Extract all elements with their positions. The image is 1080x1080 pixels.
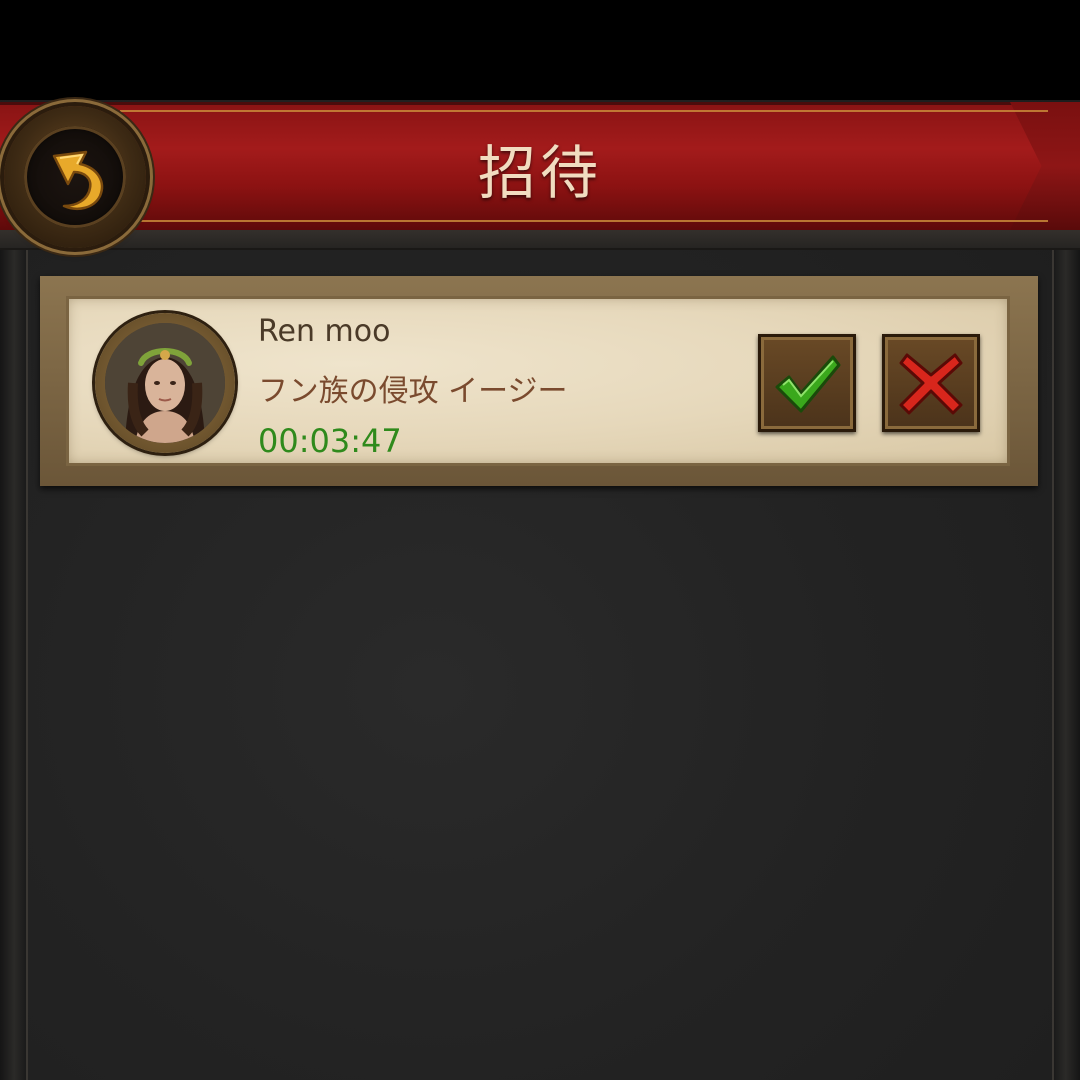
avatar-frame	[95, 313, 235, 453]
page-title: 招待	[477, 139, 602, 207]
banner-trim-top	[120, 110, 1048, 112]
invite-countdown: 00:03:47	[258, 422, 402, 460]
back-button[interactable]	[4, 106, 146, 248]
back-button-inner	[24, 126, 126, 228]
inviter-name: Ren moo	[258, 314, 391, 349]
back-arrow-icon	[52, 150, 104, 210]
banner-trim-bottom	[120, 220, 1048, 222]
event-name: フン族の侵攻 イージー	[258, 374, 568, 409]
portrait-image	[105, 323, 225, 443]
accept-button[interactable]	[758, 334, 856, 432]
checkmark-icon	[775, 355, 841, 413]
left-frame-rail	[0, 232, 28, 1080]
close-icon	[899, 353, 963, 415]
decline-button[interactable]	[882, 334, 980, 432]
right-frame-rail	[1052, 232, 1080, 1080]
avatar	[105, 323, 225, 443]
status-bar-area	[0, 0, 1080, 100]
invite-screen: 招待 Ren moo フン族の侵攻 イージー 00:03:47	[0, 0, 1080, 1080]
